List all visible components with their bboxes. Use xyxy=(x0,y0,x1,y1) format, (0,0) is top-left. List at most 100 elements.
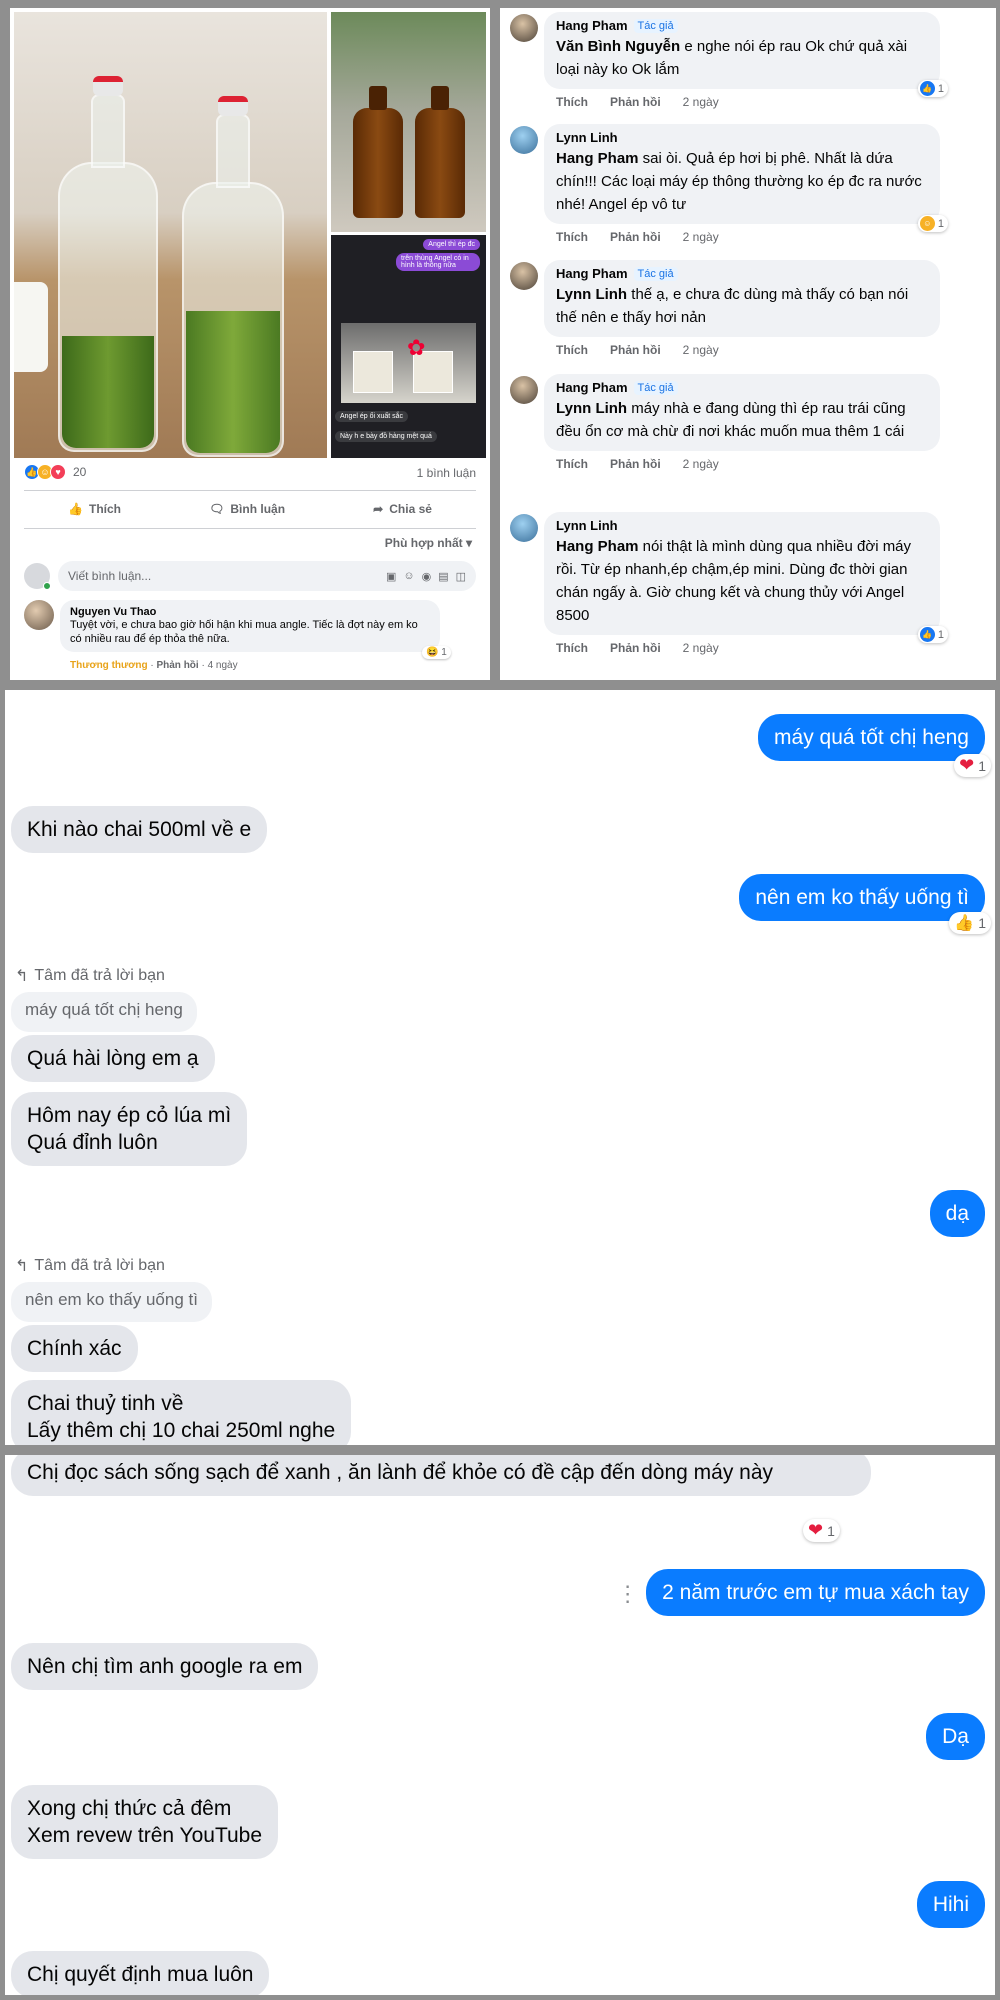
mention-tag[interactable]: Hang Pham xyxy=(556,150,639,167)
chat-screenshot-photo[interactable]: Angel thì ép đc trên thùng Angel có in h… xyxy=(331,235,486,458)
thread-comment: Lynn Linh Hang Pham sai òi. Quả ép hơi b… xyxy=(510,124,948,244)
mention-tag[interactable]: Văn Bình Nguyễn xyxy=(556,38,680,55)
commenter-name[interactable]: Lynn Linh xyxy=(556,518,618,533)
commenter-name[interactable]: Hang Pham xyxy=(556,380,628,395)
comment-input[interactable]: Viết bình luận... ▣ ☺ ◉ ▤ ◫ xyxy=(58,561,476,591)
comment-reaction[interactable]: 👍 1 xyxy=(917,626,948,643)
mention-tag[interactable]: Hang Pham xyxy=(556,538,639,555)
avatar[interactable] xyxy=(24,563,51,590)
caret-down-icon: ▾ xyxy=(465,536,472,550)
comment-button[interactable]: 🗨 Bình luận xyxy=(209,502,285,516)
sticker-icon[interactable]: ▣ xyxy=(386,570,396,583)
commenter-name[interactable]: Hang Pham xyxy=(556,18,628,33)
incoming-message[interactable]: Chai thuỷ tinh về Lấy thêm chị 10 chai 2… xyxy=(11,1380,352,1445)
reply-link[interactable]: Phản hồi xyxy=(610,641,661,655)
avatar[interactable] xyxy=(510,262,538,290)
incoming-message[interactable]: Chị quyết định mua luôn xyxy=(11,1951,270,1995)
like-link[interactable]: Thích xyxy=(556,457,588,471)
comment-reaction[interactable]: 😆 1 xyxy=(422,646,451,659)
avatar[interactable] xyxy=(510,14,538,42)
gif-icon[interactable]: ▤ xyxy=(438,570,448,583)
like-link[interactable]: Thích xyxy=(556,641,588,655)
mention-tag[interactable]: Lynn Linh xyxy=(556,400,627,417)
comment-count[interactable]: 1 bình luận xyxy=(417,466,476,480)
thumbs-up-reaction-icon: 👍 xyxy=(954,915,975,932)
speech-bubble-icon: 🗨 xyxy=(209,502,225,516)
outgoing-message[interactable]: Hihi xyxy=(916,1881,985,1928)
haha-reaction-icon: ☺ xyxy=(919,216,935,231)
like-link[interactable]: Thích xyxy=(556,230,588,244)
comment-time[interactable]: 2 ngày xyxy=(683,343,719,357)
preview-bubble: Angel ép ổi xuất sắc xyxy=(335,411,409,422)
comment-meta: Thương thương · Phản hồi · 4 ngày xyxy=(70,660,238,671)
like-link[interactable]: Thích xyxy=(556,95,588,109)
author-tag[interactable]: Thương thương xyxy=(70,660,148,671)
outgoing-message[interactable]: nên em ko thấy uống tì xyxy=(739,874,985,921)
comment-time[interactable]: 2 ngày xyxy=(683,641,719,655)
author-badge: Tác giả xyxy=(633,380,678,395)
photo-grid[interactable]: Angel thì ép đc trên thùng Angel có in h… xyxy=(14,12,486,458)
reply-link[interactable]: Phản hồi xyxy=(610,457,661,471)
incoming-message[interactable]: Chị đọc sách sống sạch để xanh , ăn lành… xyxy=(11,1455,871,1496)
incoming-message[interactable]: Quá hài lòng em ạ xyxy=(11,1035,215,1082)
sticker-face-icon[interactable]: ◫ xyxy=(456,570,466,583)
commenter-name[interactable]: Lynn Linh xyxy=(556,130,618,145)
comment-time[interactable]: 4 ngày xyxy=(208,660,238,671)
like-link[interactable]: Thích xyxy=(556,343,588,357)
message-reaction[interactable]: ❤ 1 xyxy=(954,754,991,777)
avatar[interactable] xyxy=(510,376,538,404)
quoted-message[interactable]: máy quá tốt chị heng xyxy=(11,992,197,1032)
reply-link[interactable]: Phản hồi xyxy=(610,343,661,357)
emoji-icon[interactable]: ☺ xyxy=(403,570,414,583)
haha-reaction-icon: 😆 xyxy=(426,647,439,658)
incoming-message[interactable]: Khi nào chai 500ml về e xyxy=(11,806,268,853)
avatar[interactable] xyxy=(510,126,538,154)
mention-tag[interactable]: Lynn Linh xyxy=(556,286,627,303)
incoming-message[interactable]: Chính xác xyxy=(11,1325,138,1372)
divider xyxy=(24,490,476,491)
comment-time[interactable]: 2 ngày xyxy=(683,457,719,471)
sort-dropdown[interactable]: Phù hợp nhất ▾ xyxy=(385,536,472,550)
avatar[interactable] xyxy=(24,600,54,630)
outgoing-message[interactable]: máy quá tốt chị heng xyxy=(758,714,985,761)
message-reaction[interactable]: 👍 1 xyxy=(949,912,991,934)
reply-link[interactable]: Phản hồi xyxy=(610,230,661,244)
incoming-message[interactable]: Nên chị tìm anh google ra em xyxy=(11,1643,319,1690)
like-reaction-icon: 👍 xyxy=(919,81,935,96)
message-reaction[interactable]: ❤ 1 xyxy=(803,1519,840,1542)
avatar[interactable] xyxy=(510,514,538,542)
incoming-message[interactable]: Xong chị thức cả đêm Xem revew trên YouT… xyxy=(11,1785,279,1859)
comment-bubble: Lynn Linh Hang Pham nói thật là mình dùn… xyxy=(544,512,948,643)
preview-bubble: Này h e bày đồ hàng mệt quá xyxy=(335,431,437,442)
reply-link[interactable]: Phản hồi xyxy=(610,95,661,109)
preview-bubble: Angel thì ép đc xyxy=(423,239,480,250)
share-button[interactable]: ➦ Chia sẻ xyxy=(373,502,432,516)
comment-bubble: Hang Pham Tác giả Lynn Linh máy nhà e đan… xyxy=(544,374,940,451)
commenter-name[interactable]: Hang Pham xyxy=(556,266,628,281)
reaction-summary[interactable]: 👍 ☺ ♥ 20 xyxy=(24,464,86,480)
messenger-chat-panel-1: máy quá tốt chị heng ❤ 1 Khi nào chai 500… xyxy=(5,690,995,1445)
thread-comment: Hang Pham Tác giả Văn Bình Nguyễn e nghe … xyxy=(510,12,948,109)
incoming-message[interactable]: Hôm nay ép cỏ lúa mì Quá đỉnh luôn xyxy=(11,1092,248,1166)
share-arrow-icon: ➦ xyxy=(373,502,384,516)
comment-reaction[interactable]: 👍 1 xyxy=(917,80,948,97)
flower-sticker-icon: ✿ xyxy=(407,335,426,360)
outgoing-message[interactable]: Dạ xyxy=(926,1713,985,1760)
amber-bottles-photo[interactable] xyxy=(331,12,486,232)
comment-time[interactable]: 2 ngày xyxy=(683,95,719,109)
more-options-icon[interactable]: ⋮ xyxy=(617,1581,639,1607)
outgoing-message[interactable]: 2 năm trước em tự mua xách tay xyxy=(646,1569,985,1616)
like-button[interactable]: 👍 Thích xyxy=(68,502,121,516)
reply-arrow-icon: ↰ xyxy=(15,1258,29,1275)
comment-reaction[interactable]: ☺ 1 xyxy=(917,215,948,232)
commenter-name[interactable]: Nguyen Vu Thao xyxy=(70,606,430,618)
quoted-message[interactable]: nên em ko thấy uống tì xyxy=(11,1282,212,1322)
camera-icon[interactable]: ◉ xyxy=(422,570,432,583)
comment-time[interactable]: 2 ngày xyxy=(683,230,719,244)
reply-link[interactable]: Phản hồi xyxy=(156,660,198,671)
juice-bottles-photo[interactable] xyxy=(14,12,327,458)
comment-bubble: Hang Pham Tác giả Văn Bình Nguyễn e nghe … xyxy=(544,12,948,97)
comment-bubble: Nguyen Vu Thao Tuyệt vời, e chưa bao giờ… xyxy=(60,600,440,652)
post-actions: 👍 Thích 🗨 Bình luận ➦ Chia sẻ xyxy=(24,502,476,516)
outgoing-message[interactable]: dạ xyxy=(929,1190,985,1237)
